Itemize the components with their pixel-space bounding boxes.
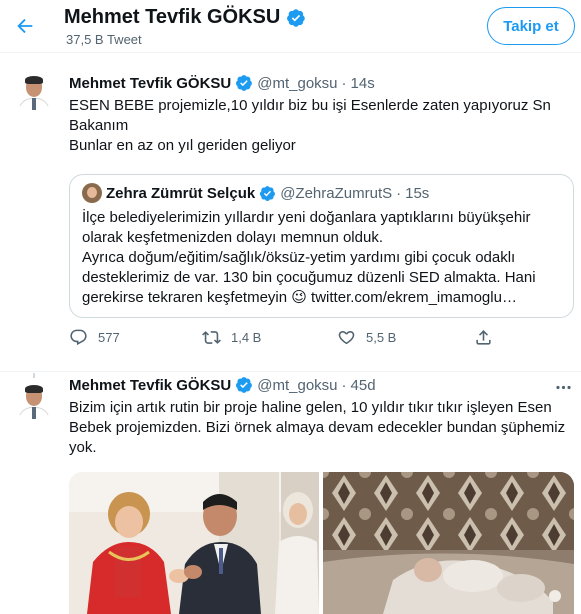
photo-people-illustration — [69, 472, 319, 614]
more-horizontal-icon — [555, 385, 571, 389]
author-handle[interactable]: @mt_goksu — [257, 377, 337, 394]
profile-header: Mehmet Tevfik GÖKSU 37,5 B Tweet Takip e… — [0, 0, 581, 53]
heart-icon — [338, 331, 355, 345]
quote-avatar — [82, 183, 102, 203]
separator-dot: · — [341, 74, 347, 92]
verified-badge-icon — [260, 185, 276, 201]
quote-text-line: desteklerimiz de var. 130 bin çocuğumuz … — [82, 269, 536, 286]
quote-author-name: Zehra Zümrüt Selçuk — [106, 184, 256, 202]
avatar-tie — [32, 98, 36, 110]
tweet-actions: 577 1,4 B 5,5 B — [69, 328, 509, 354]
reply-icon — [70, 329, 87, 346]
thread-connector — [33, 373, 35, 378]
follow-button[interactable]: Takip et — [487, 7, 575, 45]
quoted-tweet[interactable]: Zehra Zümrüt Selçuk @ZehraZumrutS · 15s … — [69, 174, 574, 318]
back-button[interactable] — [8, 9, 42, 43]
tweet-text: Bizim için artık rutin bir proje haline … — [69, 398, 569, 458]
header-title: Mehmet Tevfik GÖKSU — [64, 6, 306, 29]
reply-button[interactable]: 577 — [69, 328, 120, 347]
avatar-tie — [32, 407, 36, 419]
avatar[interactable] — [14, 72, 54, 112]
header-name: Mehmet Tevfik GÖKSU — [64, 6, 281, 28]
avatar-hair — [25, 76, 43, 84]
tweet[interactable]: Mehmet Tevfik GÖKSU @mt_goksu · 45d Bizi… — [0, 373, 581, 614]
quote-text: İlçe belediyelerimizin yıllardır yeni do… — [82, 208, 567, 308]
tweet-text-line: Bizim için artık rutin bir proje haline … — [69, 399, 552, 416]
author-name[interactable]: Mehmet Tevfik GÖKSU — [69, 377, 231, 394]
tweet-author-row: Mehmet Tevfik GÖKSU @mt_goksu · 14s — [69, 74, 375, 92]
author-name[interactable]: Mehmet Tevfik GÖKSU — [69, 75, 231, 92]
quote-text-line: İlçe belediyelerimizin yıllardır yeni do… — [82, 209, 531, 226]
share-button[interactable] — [474, 328, 493, 347]
more-button[interactable] — [553, 377, 573, 397]
separator-dot: · — [341, 376, 347, 394]
retweet-count: 1,4 B — [231, 330, 262, 345]
quote-text-line: olarak keşfetmenizden dolayı memnun oldu… — [82, 229, 383, 246]
verified-badge-icon — [287, 8, 306, 27]
author-handle[interactable]: @mt_goksu — [257, 75, 337, 92]
retweet-icon — [202, 331, 221, 344]
verified-badge-icon — [236, 75, 253, 91]
avatar-hair — [25, 385, 43, 393]
retweet-button[interactable]: 1,4 B — [202, 328, 261, 347]
tweet-time[interactable]: 14s — [351, 75, 375, 92]
tweet-author-row: Mehmet Tevfik GÖKSU @mt_goksu · 45d — [69, 376, 376, 394]
tweet-photo-1[interactable] — [69, 472, 319, 614]
tweet-photo-2[interactable] — [323, 472, 574, 614]
quote-text-line: Ayrıca doğum/eğitim/sağlık/öksüz-yetim y… — [82, 249, 516, 266]
share-icon — [476, 330, 491, 345]
photo-baby-illustration — [323, 472, 574, 614]
tweet-text-line: Bakanım — [69, 117, 129, 134]
tweet[interactable]: Mehmet Tevfik GÖKSU @mt_goksu · 14s ESEN… — [0, 62, 581, 372]
tweet-text-line: Bunlar en az on yıl geriden geliyor — [69, 137, 296, 154]
tweet-text-line: Bebek projemizden. Bizi örnek almaya dev… — [69, 419, 566, 436]
arrow-left-icon — [17, 18, 33, 34]
avatar[interactable] — [14, 381, 54, 421]
reply-count: 577 — [98, 330, 120, 345]
tweet-text: ESEN BEBE projemizle,10 yıldır biz bu iş… — [69, 96, 569, 156]
verified-badge-icon — [236, 377, 253, 393]
quote-author-row: Zehra Zümrüt Selçuk @ZehraZumrutS · 15s — [82, 183, 429, 203]
tweet-time[interactable]: 45d — [351, 377, 376, 394]
tweet-text-line: yok. — [69, 439, 97, 456]
quote-time: 15s — [405, 184, 430, 202]
quote-author-handle: @ZehraZumrutS — [280, 184, 393, 202]
tweet-text-line: ESEN BEBE projemizle,10 yıldır biz bu iş… — [69, 97, 551, 114]
like-button[interactable]: 5,5 B — [337, 328, 396, 347]
like-count: 5,5 B — [366, 330, 397, 345]
tweet-count: 37,5 B Tweet — [66, 32, 142, 47]
quote-text-line: gerekirse tekraren keşfetmeyin 😉 twitter… — [82, 289, 517, 306]
separator-dot: · — [396, 184, 402, 202]
